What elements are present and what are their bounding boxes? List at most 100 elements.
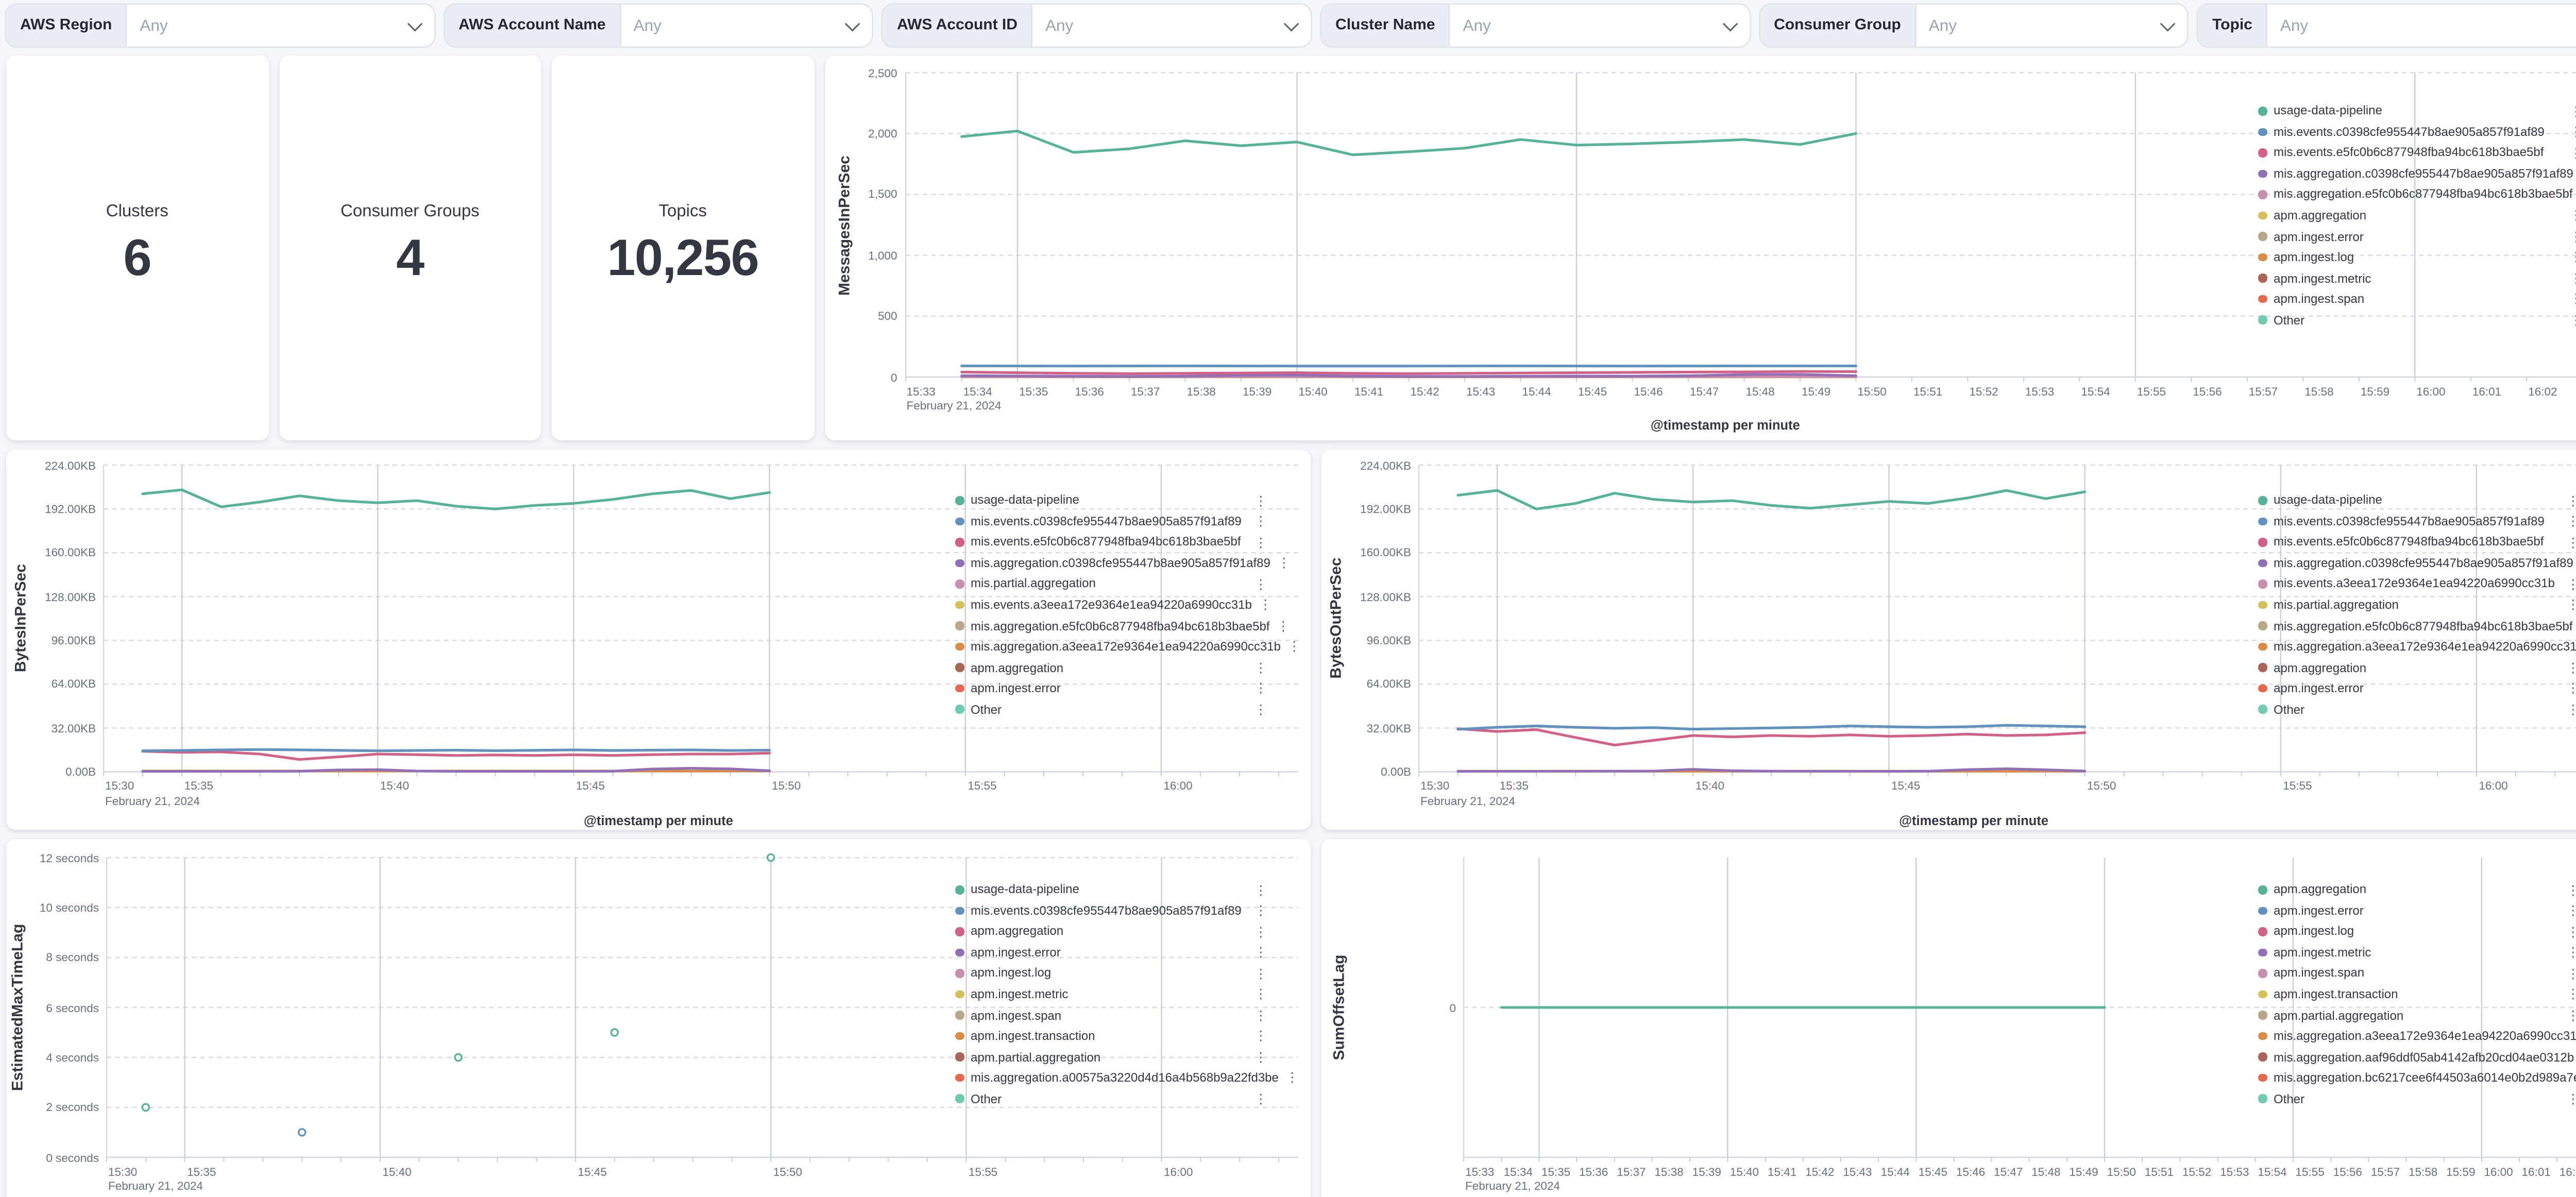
- kebab-menu-icon[interactable]: ⋮: [1285, 1071, 1299, 1085]
- legend-item[interactable]: apm.ingest.metric⋮: [955, 984, 1267, 1005]
- kebab-menu-icon[interactable]: ⋮: [2567, 515, 2576, 528]
- legend-item[interactable]: Other⋮: [2258, 310, 2576, 331]
- legend-item[interactable]: mis.aggregation.e5fc0b6c877948fba94bc618…: [2258, 615, 2576, 637]
- kebab-menu-icon[interactable]: ⋮: [1255, 883, 1268, 897]
- legend-item[interactable]: mis.aggregation.c0398cfe955447b8ae905a85…: [2258, 553, 2576, 574]
- legend-item[interactable]: Other⋮: [2258, 1088, 2576, 1109]
- legend-item[interactable]: apm.aggregation⋮: [955, 921, 1267, 942]
- kebab-menu-icon[interactable]: ⋮: [2570, 314, 2576, 327]
- kebab-menu-icon[interactable]: ⋮: [1255, 1092, 1268, 1106]
- kebab-menu-icon[interactable]: ⋮: [2567, 946, 2576, 959]
- legend-item[interactable]: usage-data-pipeline⋮: [2258, 100, 2576, 122]
- legend-item[interactable]: apm.partial.aggregation⋮: [2258, 1005, 2576, 1026]
- legend-item[interactable]: apm.ingest.span⋮: [2258, 963, 2576, 984]
- legend-item[interactable]: mis.partial.aggregation⋮: [955, 574, 1267, 595]
- kebab-menu-icon[interactable]: ⋮: [2567, 703, 2576, 716]
- legend-item[interactable]: apm.ingest.error⋮: [955, 678, 1267, 699]
- legend-item[interactable]: usage-data-pipeline⋮: [955, 879, 1267, 900]
- legend-item[interactable]: apm.ingest.log⋮: [2258, 247, 2576, 268]
- legend-item[interactable]: apm.ingest.metric⋮: [2258, 942, 2576, 963]
- legend-item[interactable]: mis.aggregation.a00575a3220d4d16a4b568b9…: [955, 1068, 1267, 1089]
- kebab-menu-icon[interactable]: ⋮: [2567, 682, 2576, 695]
- legend-item[interactable]: Other⋮: [955, 1088, 1267, 1109]
- kebab-menu-icon[interactable]: ⋮: [2570, 146, 2576, 160]
- kebab-menu-icon[interactable]: ⋮: [1255, 1030, 1268, 1043]
- kebab-menu-icon[interactable]: ⋮: [2567, 536, 2576, 549]
- kebab-menu-icon[interactable]: ⋮: [1255, 946, 1268, 959]
- legend-item[interactable]: mis.events.a3eea172e9364e1ea94220a6990cc…: [955, 594, 1267, 615]
- kebab-menu-icon[interactable]: ⋮: [2567, 1092, 2576, 1106]
- kebab-menu-icon[interactable]: ⋮: [2567, 925, 2576, 938]
- kebab-menu-icon[interactable]: ⋮: [1255, 925, 1268, 938]
- legend-item[interactable]: mis.events.c0398cfe955447b8ae905a857f91a…: [955, 900, 1267, 921]
- kebab-menu-icon[interactable]: ⋮: [2570, 209, 2576, 223]
- legend-item[interactable]: apm.ingest.log⋮: [955, 963, 1267, 984]
- kebab-menu-icon[interactable]: ⋮: [1277, 619, 1290, 632]
- legend-item[interactable]: mis.events.c0398cfe955447b8ae905a857f91a…: [2258, 122, 2576, 143]
- kebab-menu-icon[interactable]: ⋮: [2570, 293, 2576, 306]
- legend-item[interactable]: mis.aggregation.bc6217cee6f44503a6014e0b…: [2258, 1068, 2576, 1089]
- kebab-menu-icon[interactable]: ⋮: [2567, 1008, 2576, 1022]
- kebab-menu-icon[interactable]: ⋮: [2567, 883, 2576, 897]
- filter-topic[interactable]: Topic Any: [2198, 5, 2576, 46]
- legend-item[interactable]: apm.aggregation⋮: [2258, 657, 2576, 678]
- legend-item[interactable]: usage-data-pipeline⋮: [955, 490, 1267, 511]
- filter-aws-account-name[interactable]: AWS Account Name Any: [445, 5, 872, 46]
- kebab-menu-icon[interactable]: ⋮: [1255, 515, 1268, 528]
- filter-cluster-name[interactable]: Cluster Name Any: [1321, 5, 1749, 46]
- legend-item[interactable]: mis.aggregation.a3eea172e9364e1ea94220a6…: [2258, 1025, 2576, 1047]
- filter-aws-region[interactable]: AWS Region Any: [6, 5, 434, 46]
- kebab-menu-icon[interactable]: ⋮: [2567, 661, 2576, 675]
- legend-item[interactable]: apm.aggregation⋮: [955, 657, 1267, 678]
- legend-item[interactable]: apm.aggregation⋮: [2258, 205, 2576, 226]
- kebab-menu-icon[interactable]: ⋮: [1255, 1051, 1268, 1064]
- legend-item[interactable]: mis.events.e5fc0b6c877948fba94bc618b3bae…: [2258, 532, 2576, 553]
- legend-item[interactable]: apm.ingest.error⋮: [2258, 900, 2576, 921]
- legend-item[interactable]: apm.partial.aggregation⋮: [955, 1047, 1267, 1068]
- filter-aws-account-id[interactable]: AWS Account ID Any: [883, 5, 1311, 46]
- kebab-menu-icon[interactable]: ⋮: [2567, 494, 2576, 507]
- legend-item[interactable]: mis.aggregation.c0398cfe955447b8ae905a85…: [955, 553, 1267, 574]
- kebab-menu-icon[interactable]: ⋮: [2570, 125, 2576, 139]
- kebab-menu-icon[interactable]: ⋮: [1255, 988, 1268, 1001]
- legend-item[interactable]: mis.aggregation.a3eea172e9364e1ea94220a6…: [955, 636, 1267, 657]
- kebab-menu-icon[interactable]: ⋮: [1255, 904, 1268, 917]
- legend-item[interactable]: apm.ingest.error⋮: [2258, 226, 2576, 247]
- legend-item[interactable]: mis.aggregation.e5fc0b6c877948fba94bc618…: [955, 615, 1267, 637]
- legend-item[interactable]: mis.events.c0398cfe955447b8ae905a857f91a…: [955, 511, 1267, 532]
- filter-consumer-group[interactable]: Consumer Group Any: [1760, 5, 2188, 46]
- kebab-menu-icon[interactable]: ⋮: [2570, 272, 2576, 285]
- legend-item[interactable]: mis.partial.aggregation⋮: [2258, 594, 2576, 615]
- legend-item[interactable]: apm.ingest.error⋮: [2258, 678, 2576, 699]
- kebab-menu-icon[interactable]: ⋮: [1259, 598, 1272, 612]
- kebab-menu-icon[interactable]: ⋮: [2567, 988, 2576, 1001]
- kebab-menu-icon[interactable]: ⋮: [1255, 577, 1268, 591]
- legend-item[interactable]: apm.ingest.transaction⋮: [955, 1025, 1267, 1047]
- legend-item[interactable]: mis.events.a3eea172e9364e1ea94220a6990cc…: [2258, 574, 2576, 595]
- kebab-menu-icon[interactable]: ⋮: [1255, 682, 1268, 695]
- legend-item[interactable]: Other⋮: [2258, 699, 2576, 720]
- legend-item[interactable]: mis.events.e5fc0b6c877948fba94bc618b3bae…: [2258, 142, 2576, 163]
- kebab-menu-icon[interactable]: ⋮: [2567, 598, 2576, 612]
- legend-item[interactable]: apm.ingest.metric⋮: [2258, 268, 2576, 289]
- legend-item[interactable]: mis.aggregation.a3eea172e9364e1ea94220a6…: [2258, 636, 2576, 657]
- legend-item[interactable]: Other⋮: [955, 699, 1267, 720]
- kebab-menu-icon[interactable]: ⋮: [2567, 967, 2576, 980]
- legend-item[interactable]: mis.aggregation.aaf96ddf05ab4142afb20cd0…: [2258, 1047, 2576, 1068]
- legend-item[interactable]: mis.events.c0398cfe955447b8ae905a857f91a…: [2258, 511, 2576, 532]
- kebab-menu-icon[interactable]: ⋮: [1287, 640, 1301, 654]
- legend-item[interactable]: apm.ingest.span⋮: [2258, 289, 2576, 310]
- legend-item[interactable]: apm.ingest.error⋮: [955, 942, 1267, 963]
- kebab-menu-icon[interactable]: ⋮: [2570, 251, 2576, 264]
- legend-item[interactable]: usage-data-pipeline⋮: [2258, 490, 2576, 511]
- kebab-menu-icon[interactable]: ⋮: [2570, 230, 2576, 243]
- kebab-menu-icon[interactable]: ⋮: [2567, 904, 2576, 917]
- legend-item[interactable]: apm.aggregation⋮: [2258, 879, 2576, 900]
- kebab-menu-icon[interactable]: ⋮: [2570, 105, 2576, 118]
- legend-item[interactable]: mis.events.e5fc0b6c877948fba94bc618b3bae…: [955, 532, 1267, 553]
- kebab-menu-icon[interactable]: ⋮: [1255, 1008, 1268, 1022]
- kebab-menu-icon[interactable]: ⋮: [1255, 703, 1268, 716]
- legend-item[interactable]: apm.ingest.log⋮: [2258, 921, 2576, 942]
- kebab-menu-icon[interactable]: ⋮: [1255, 967, 1268, 980]
- kebab-menu-icon[interactable]: ⋮: [2567, 577, 2576, 591]
